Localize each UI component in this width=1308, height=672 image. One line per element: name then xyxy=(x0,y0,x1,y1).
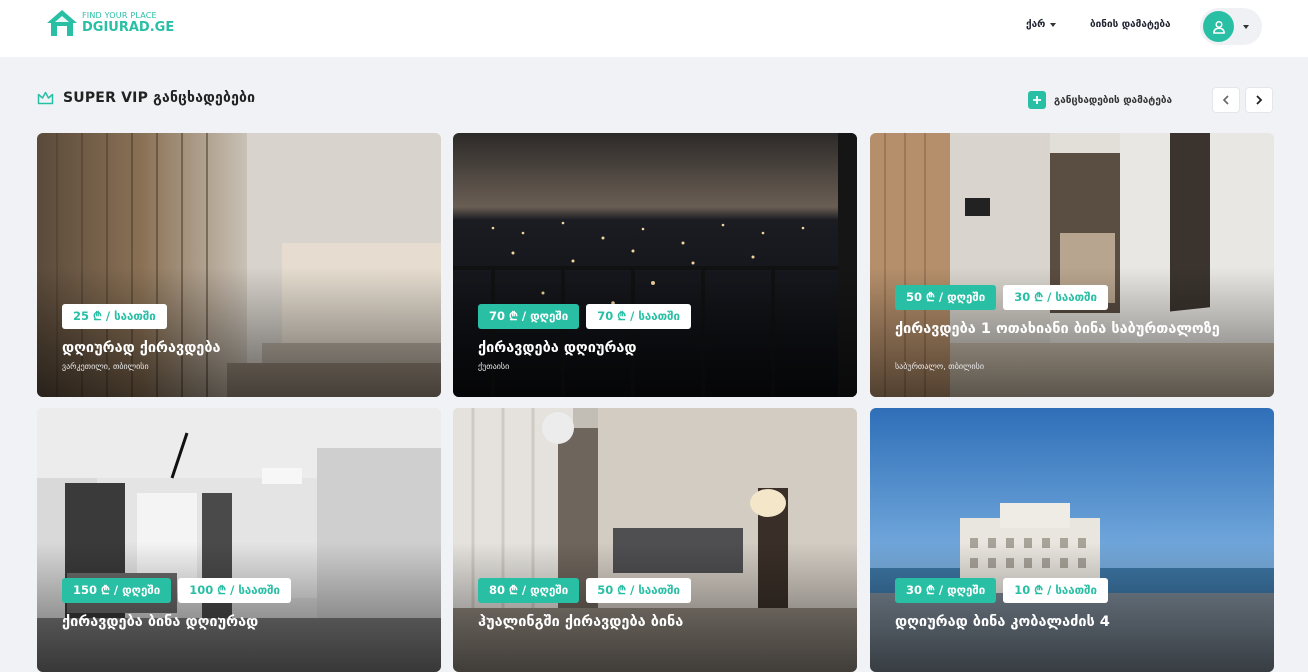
listing-card[interactable]: 25 ₾ / საათში დღიურად ქირავდება ვარკეთილ… xyxy=(37,133,441,397)
house-logo-icon xyxy=(47,10,77,36)
price-badges: 30 ₾ / დღეში 10 ₾ / საათში xyxy=(895,578,1108,603)
price-badges: 25 ₾ / საათში xyxy=(62,304,167,329)
section-title: SUPER VIP განცხადებები xyxy=(63,90,256,106)
hourly-price-badge: 30 ₾ / საათში xyxy=(1003,285,1108,310)
plus-icon xyxy=(1028,91,1046,109)
section-heading: SUPER VIP განცხადებები xyxy=(37,90,255,106)
carousel-next-button[interactable] xyxy=(1245,87,1273,113)
add-listing-label: განცხადების დამატება xyxy=(1054,94,1173,106)
carousel-prev-button[interactable] xyxy=(1212,87,1240,113)
listing-card[interactable]: 150 ₾ / დღეში 100 ₾ / საათში ქირავდება ბ… xyxy=(37,408,441,672)
listing-title: დღიურად ქირავდება xyxy=(62,340,221,356)
avatar xyxy=(1203,11,1234,42)
hourly-price-badge: 70 ₾ / საათში xyxy=(586,304,691,329)
listing-card[interactable]: 50 ₾ / დღეში 30 ₾ / საათში ქირავდება 1 ო… xyxy=(870,133,1274,397)
listing-title: ქირავდება ბინა დღიურად xyxy=(62,614,259,630)
crown-icon xyxy=(37,91,54,105)
listing-location: საბურთალო, თბილისი xyxy=(895,362,984,371)
listing-card[interactable]: 80 ₾ / დღეში 50 ₾ / საათში ჰუალინგში ქირ… xyxy=(453,408,857,672)
caret-down-icon xyxy=(1243,24,1249,29)
listing-card[interactable]: 30 ₾ / დღეში 10 ₾ / საათში დღიურად ბინა … xyxy=(870,408,1274,672)
hourly-price-badge: 10 ₾ / საათში xyxy=(1003,578,1108,603)
daily-price-badge: 70 ₾ / დღეში xyxy=(478,304,580,329)
listing-title: ქირავდება დღიურად xyxy=(478,340,637,356)
listing-title: ქირავდება 1 ოთახიანი ბინა საბურთალოზე xyxy=(895,321,1220,337)
daily-price-badge: 50 ₾ / დღეში xyxy=(895,285,997,310)
add-listing-button[interactable]: განცხადების დამატება xyxy=(1028,91,1172,109)
user-icon xyxy=(1212,20,1225,34)
logo-name: DGIURAD.GE xyxy=(82,20,175,35)
add-flat-link[interactable]: ბინის დამატება xyxy=(1090,19,1171,30)
language-dropdown[interactable]: ქარ xyxy=(1026,19,1057,30)
site-logo[interactable]: FIND YOUR PLACE DGIURAD.GE xyxy=(46,9,174,37)
language-label: ქარ xyxy=(1026,19,1046,30)
hourly-price-badge: 50 ₾ / საათში xyxy=(586,578,691,603)
hourly-price-badge: 100 ₾ / საათში xyxy=(178,578,291,603)
chevron-left-icon xyxy=(1222,95,1229,105)
hourly-price-badge: 25 ₾ / საათში xyxy=(62,304,167,329)
daily-price-badge: 30 ₾ / დღეში xyxy=(895,578,997,603)
listing-location: ვარკეთილი, თბილისი xyxy=(62,362,149,371)
caret-down-icon xyxy=(1050,22,1057,27)
profile-menu[interactable] xyxy=(1200,8,1262,45)
price-badges: 70 ₾ / დღეში 70 ₾ / საათში xyxy=(478,304,691,329)
daily-price-badge: 80 ₾ / დღეში xyxy=(478,578,580,603)
logo-tagline: FIND YOUR PLACE xyxy=(82,11,157,20)
listing-card[interactable]: 70 ₾ / დღეში 70 ₾ / საათში ქირავდება დღი… xyxy=(453,133,857,397)
price-badges: 50 ₾ / დღეში 30 ₾ / საათში xyxy=(895,285,1108,310)
daily-price-badge: 150 ₾ / დღეში xyxy=(62,578,172,603)
price-badges: 150 ₾ / დღეში 100 ₾ / საათში xyxy=(62,578,291,603)
price-badges: 80 ₾ / დღეში 50 ₾ / საათში xyxy=(478,578,691,603)
listing-title: ჰუალინგში ქირავდება ბინა xyxy=(478,614,684,630)
listing-location: ქუთაისი xyxy=(478,362,510,371)
top-header: FIND YOUR PLACE DGIURAD.GE ქარ ბინის დამ… xyxy=(0,0,1308,57)
chevron-right-icon xyxy=(1256,95,1263,105)
listing-title: დღიურად ბინა კობალაძის 4 xyxy=(895,614,1110,630)
